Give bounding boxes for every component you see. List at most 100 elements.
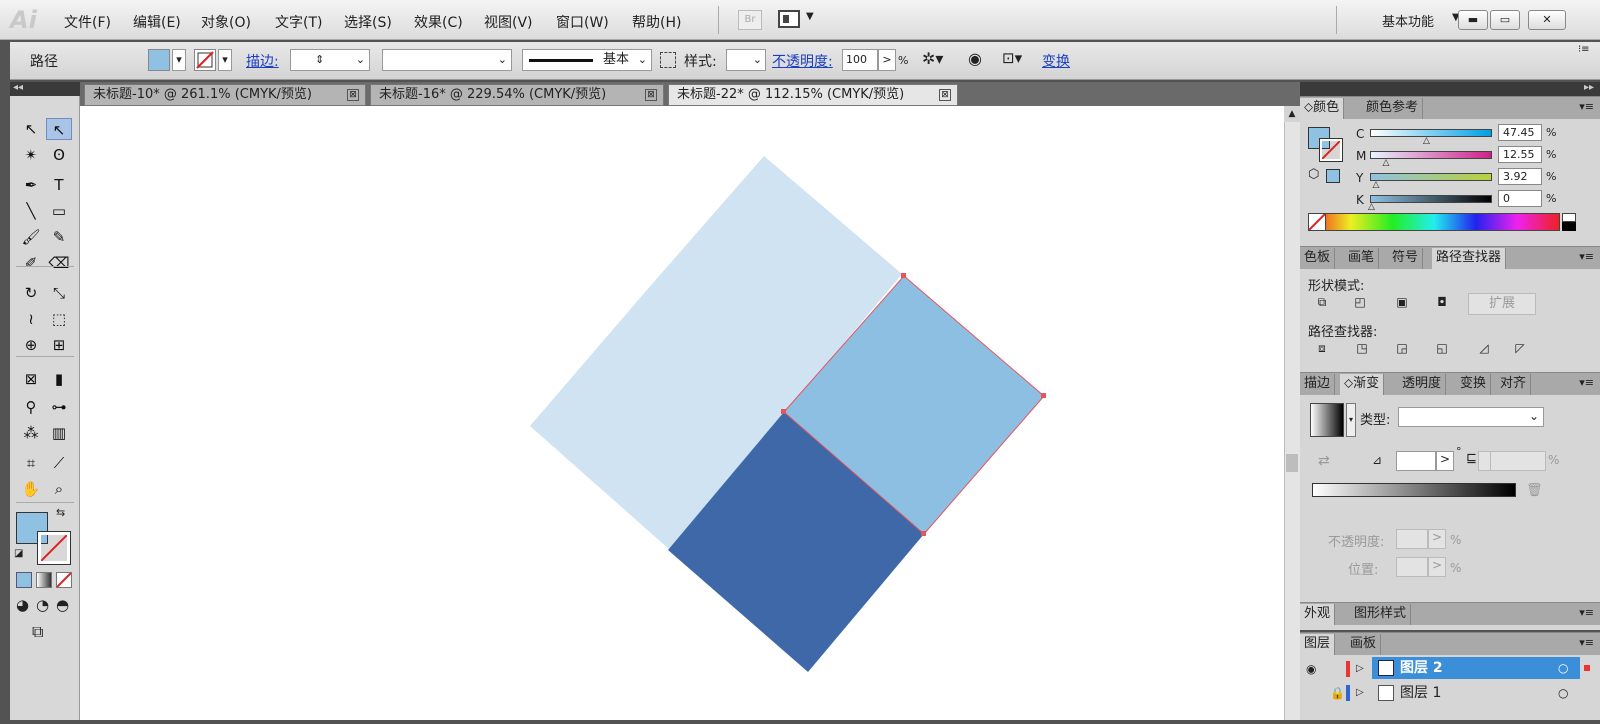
blob-brush-tool[interactable]: ✐	[18, 252, 44, 274]
tab-graphic-styles[interactable]: 图形样式	[1350, 604, 1412, 625]
crop-icon[interactable]: ◱	[1434, 341, 1450, 357]
stroke-color-box[interactable]	[37, 531, 71, 565]
tab-stroke[interactable]: 描边	[1300, 374, 1336, 395]
menu-object[interactable]: 对象(O)	[201, 12, 251, 32]
document-tab-1[interactable]: 未标题-10* @ 261.1% (CMYK/预览) ⊠	[84, 84, 366, 106]
gradient-slider-bar[interactable]	[1312, 483, 1516, 497]
toolbar-collapse-button[interactable]: ◂◂	[10, 82, 80, 96]
paintbrush-tool[interactable]: 🖌	[18, 226, 44, 248]
recolor-icon[interactable]	[660, 52, 676, 68]
slice-tool[interactable]: ⟋	[46, 452, 72, 474]
eyedropper-tool[interactable]: ⚲	[18, 396, 44, 418]
black-swatch[interactable]	[1562, 222, 1576, 231]
stroke-link[interactable]: 描边:	[246, 51, 279, 71]
workspace-switcher[interactable]: 基本功能	[1382, 11, 1434, 30]
minus-back-icon[interactable]: ◸	[1512, 341, 1528, 357]
isolate-icon[interactable]: ◉	[968, 49, 982, 68]
unite-icon[interactable]: ⧉	[1314, 295, 1330, 311]
out-of-gamut-cube-icon[interactable]: ⬡	[1308, 167, 1319, 182]
draw-inside-icon[interactable]: ◓	[56, 596, 69, 614]
eraser-tool[interactable]: ⌫	[46, 252, 72, 274]
layer-name[interactable]: 图层 1	[1400, 681, 1441, 705]
recolor-artwork-icon[interactable]: ✲▾	[922, 49, 943, 68]
stop-opacity-field[interactable]	[1396, 529, 1428, 549]
panel-stroke-swatch[interactable]	[1319, 138, 1343, 162]
tab-swatches[interactable]: 色板	[1300, 248, 1336, 269]
anchor-point[interactable]	[901, 273, 906, 278]
target-circle-icon[interactable]: ○	[1558, 656, 1568, 680]
tab-close-icon[interactable]: ⊠	[939, 89, 951, 101]
arrange-documents-icon[interactable]	[778, 10, 800, 28]
slider-knob-icon[interactable]: △	[1383, 158, 1390, 168]
anchor-point[interactable]	[781, 409, 786, 414]
screen-mode-icon[interactable]: ⧉	[32, 622, 43, 642]
mesh-tool[interactable]: ⊠	[18, 368, 44, 390]
menu-help[interactable]: 帮助(H)	[632, 12, 681, 32]
menu-effect[interactable]: 效果(C)	[414, 12, 463, 32]
pen-tool[interactable]: ✒	[18, 174, 44, 196]
rectangle-tool[interactable]: ▭	[46, 200, 72, 222]
maximize-button[interactable]: ▭	[1490, 10, 1520, 30]
symbol-sprayer-tool[interactable]: ⁂	[18, 422, 44, 444]
stroke-weight-field[interactable]: ⇕ ⌄	[290, 49, 370, 71]
menu-type[interactable]: 文字(T)	[275, 12, 322, 32]
expand-triangle-icon[interactable]: ▷	[1356, 681, 1364, 705]
tab-close-icon[interactable]: ⊠	[645, 89, 657, 101]
tab-color-guide[interactable]: 颜色参考	[1362, 98, 1424, 119]
stop-position-arrow-button[interactable]: >	[1428, 557, 1446, 577]
color-mode-icon[interactable]	[16, 572, 32, 588]
intersect-icon[interactable]: ▣	[1394, 295, 1410, 311]
layer-selected-highlight[interactable]: 图层 2 ○	[1372, 657, 1580, 679]
bridge-icon[interactable]: Br	[738, 10, 762, 30]
scrollbar-thumb[interactable]	[1286, 454, 1298, 472]
slider-knob-icon[interactable]: △	[1368, 202, 1375, 212]
stop-position-field[interactable]	[1396, 557, 1428, 577]
tab-color[interactable]: ⬦颜色	[1300, 98, 1345, 119]
channel-c-field[interactable]: 47.45	[1498, 124, 1542, 141]
lock-icon[interactable]: 🔒	[1330, 681, 1345, 705]
white-swatch[interactable]	[1562, 213, 1576, 222]
opacity-field[interactable]: 100	[842, 49, 878, 71]
minimize-button[interactable]: ▬	[1458, 10, 1488, 30]
tab-close-icon[interactable]: ⊠	[347, 89, 359, 101]
anchor-point[interactable]	[921, 531, 926, 536]
minus-front-icon[interactable]: ◰	[1352, 295, 1368, 311]
trim-icon[interactable]: ◳	[1354, 341, 1370, 357]
slider-knob-icon[interactable]: △	[1423, 136, 1430, 146]
document-tab-3[interactable]: 未标题-22* @ 112.15% (CMYK/预览) ⊠	[668, 84, 958, 106]
fill-dropdown[interactable]: ▾	[172, 49, 186, 71]
document-tab-2[interactable]: 未标题-16* @ 229.54% (CMYK/预览) ⊠	[370, 84, 664, 106]
expand-button[interactable]: 扩展	[1468, 293, 1536, 315]
channel-y-field[interactable]: 3.92	[1498, 168, 1542, 185]
panel-menu-icon[interactable]: ▾≡	[1579, 376, 1594, 389]
anchor-point[interactable]	[1041, 393, 1046, 398]
pencil-tool[interactable]: ✎	[46, 226, 72, 248]
tab-pathfinder[interactable]: 路径查找器	[1432, 248, 1507, 269]
gradient-mode-icon[interactable]	[36, 572, 52, 588]
menu-file[interactable]: 文件(F)	[64, 12, 111, 32]
control-bar-menu-icon[interactable]: ⁝≡	[1578, 44, 1590, 55]
dock-collapse-icon[interactable]: ▸▸	[1584, 82, 1594, 93]
scroll-up-arrow-icon[interactable]: ▲	[1284, 106, 1300, 122]
swap-fill-stroke-icon[interactable]: ⇆	[56, 506, 65, 519]
channel-m-slider[interactable]: △	[1370, 151, 1492, 168]
perspective-grid-tool[interactable]: ⊞	[46, 334, 72, 356]
channel-c-slider[interactable]: △	[1370, 129, 1492, 146]
scale-tool[interactable]: ⤡	[46, 282, 72, 304]
layer-row-2[interactable]: ◉ ▷ 图层 2 ○	[1300, 657, 1600, 681]
variable-width-dropdown[interactable]: ⌄	[382, 49, 512, 71]
gradient-preview-dropdown[interactable]: ▾	[1346, 403, 1356, 437]
blend-tool[interactable]: ⊶	[46, 396, 72, 418]
aspect-ratio-field[interactable]	[1490, 451, 1546, 471]
layer-name[interactable]: 图层 2	[1400, 656, 1443, 680]
free-transform-tool[interactable]: ⬚	[46, 308, 72, 330]
expand-triangle-icon[interactable]: ▷	[1356, 657, 1364, 681]
exclude-icon[interactable]: ◘	[1434, 295, 1450, 311]
opacity-arrow-button[interactable]: >	[878, 49, 896, 71]
reverse-gradient-icon[interactable]: ⇄	[1318, 453, 1330, 469]
vertical-scrollbar[interactable]	[1284, 106, 1300, 720]
artboard-canvas[interactable]	[80, 106, 1284, 720]
layer-row-1[interactable]: 🔒 ▷ 图层 1 ○	[1300, 681, 1600, 705]
angle-arrow-button[interactable]: >	[1436, 451, 1454, 471]
outline-icon[interactable]: ◿	[1476, 341, 1492, 357]
